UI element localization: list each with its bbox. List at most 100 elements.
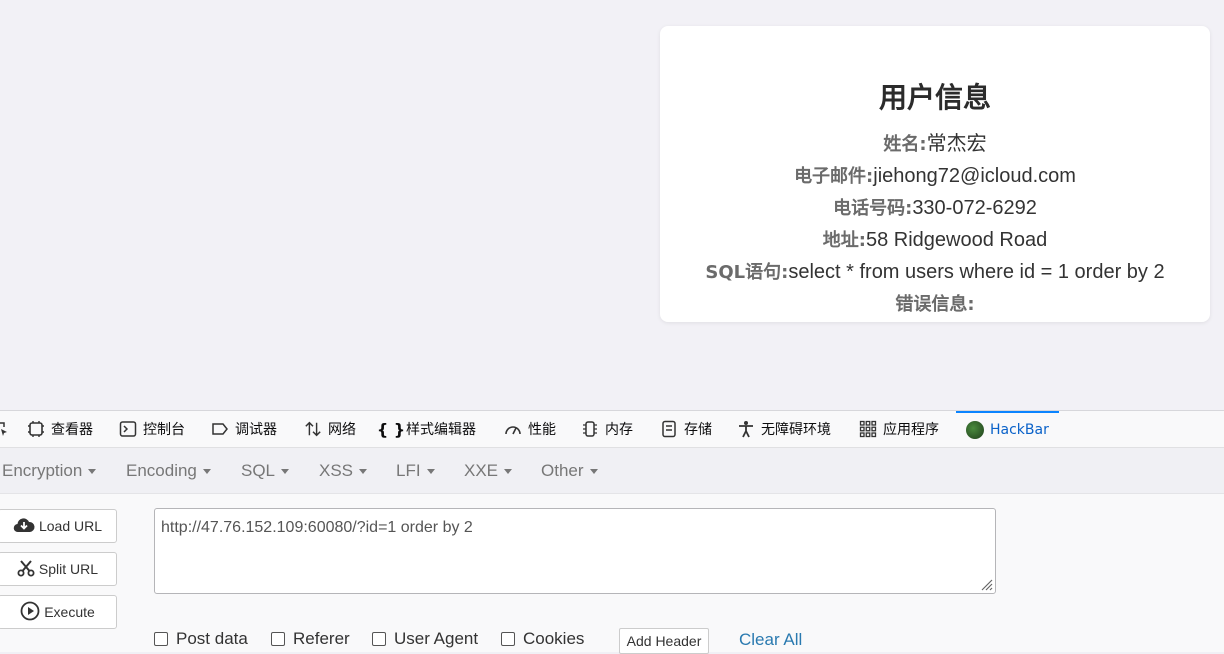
storage-icon bbox=[660, 420, 678, 438]
tab-style-editor[interactable]: { } 样式编辑器 bbox=[376, 411, 476, 447]
info-value: 58 Ridgewood Road bbox=[865, 229, 1048, 251]
post-data-option[interactable]: Post data bbox=[154, 629, 248, 649]
caret-down-icon bbox=[202, 469, 211, 474]
user-info-card: 用户信息 姓名:常杰宏 电子邮件:jiehong72@icloud.com 电话… bbox=[660, 26, 1210, 322]
info-row-address: 地址:58 Ridgewood Road bbox=[660, 225, 1210, 256]
tab-performance[interactable]: 性能 bbox=[504, 411, 556, 447]
caret-down-icon bbox=[426, 469, 435, 474]
info-value: 330-072-6292 bbox=[912, 197, 1037, 219]
menu-label: XSS bbox=[319, 460, 354, 480]
info-label: 错误信息: bbox=[895, 294, 975, 315]
play-circle-icon bbox=[20, 601, 40, 624]
tab-inspector[interactable]: 查看器 bbox=[27, 411, 93, 447]
url-textarea[interactable]: http://47.76.152.109:60080/?id=1 order b… bbox=[154, 508, 996, 594]
info-row-email: 电子邮件:jiehong72@icloud.com bbox=[660, 161, 1210, 192]
tab-label: 性能 bbox=[528, 422, 556, 438]
application-grid-icon bbox=[859, 420, 877, 438]
menu-xxe[interactable]: XXE bbox=[464, 448, 513, 493]
cookies-checkbox[interactable] bbox=[501, 632, 515, 646]
card-title: 用户信息 bbox=[878, 81, 991, 114]
info-label: 电子邮件: bbox=[794, 166, 874, 187]
web-page: 用户信息 姓名:常杰宏 电子邮件:jiehong72@icloud.com 电话… bbox=[0, 0, 1224, 410]
caret-down-icon bbox=[281, 469, 290, 474]
button-label: Load URL bbox=[38, 518, 103, 534]
tab-console[interactable]: 控制台 bbox=[119, 411, 185, 447]
info-label: 地址: bbox=[822, 230, 866, 251]
pick-element-icon bbox=[0, 420, 10, 438]
option-label: Referer bbox=[293, 629, 350, 648]
caret-down-icon bbox=[359, 469, 368, 474]
cookies-option[interactable]: Cookies bbox=[501, 629, 584, 649]
info-value: select * from users where id = 1 order b… bbox=[788, 261, 1165, 283]
tab-label: 应用程序 bbox=[883, 422, 939, 438]
info-label: 姓名: bbox=[883, 134, 927, 155]
hackbar-logo-icon bbox=[966, 421, 984, 439]
tab-application[interactable]: 应用程序 bbox=[859, 411, 939, 447]
performance-icon bbox=[504, 420, 522, 438]
option-label: User Agent bbox=[394, 629, 479, 648]
referer-option[interactable]: Referer bbox=[271, 629, 350, 649]
tab-memory[interactable]: 内存 bbox=[581, 411, 633, 447]
menu-encoding[interactable]: Encoding bbox=[126, 448, 211, 493]
info-value: jiehong72@icloud.com bbox=[873, 165, 1076, 187]
debugger-icon bbox=[211, 420, 229, 438]
info-row-phone: 电话号码:330-072-6292 bbox=[660, 193, 1210, 224]
tab-accessibility[interactable]: 无障碍环境 bbox=[737, 411, 831, 447]
add-header-button[interactable]: Add Header bbox=[619, 628, 709, 654]
option-label: Cookies bbox=[523, 629, 585, 648]
tab-label: 网络 bbox=[328, 422, 356, 438]
button-label: Split URL bbox=[38, 561, 99, 577]
tab-label: 控制台 bbox=[143, 422, 185, 438]
post-data-checkbox[interactable] bbox=[154, 632, 168, 646]
tab-storage[interactable]: 存储 bbox=[660, 411, 712, 447]
tab-label: HackBar bbox=[990, 422, 1049, 438]
user-agent-checkbox[interactable] bbox=[372, 632, 386, 646]
menu-other[interactable]: Other bbox=[541, 448, 598, 493]
resize-handle-icon[interactable] bbox=[979, 577, 993, 591]
accessibility-icon bbox=[737, 420, 755, 438]
caret-down-icon bbox=[589, 469, 598, 474]
memory-icon bbox=[581, 420, 599, 438]
caret-down-icon bbox=[88, 469, 97, 474]
option-label: Post data bbox=[176, 629, 248, 648]
info-label: 电话号码: bbox=[833, 198, 913, 219]
url-text: http://47.76.152.109:60080/?id=1 order b… bbox=[161, 519, 473, 536]
style-editor-icon: { } bbox=[376, 419, 406, 439]
menu-xss[interactable]: XSS bbox=[319, 448, 368, 493]
menu-label: SQL bbox=[241, 460, 276, 480]
console-icon bbox=[119, 420, 137, 438]
load-url-button[interactable]: Load URL bbox=[0, 509, 117, 543]
info-row-error: 错误信息: bbox=[660, 289, 1210, 320]
info-value: 常杰宏 bbox=[926, 133, 987, 155]
menu-lfi[interactable]: LFI bbox=[396, 448, 435, 493]
split-url-button[interactable]: Split URL bbox=[0, 552, 117, 586]
cloud-download-icon bbox=[13, 517, 35, 536]
execute-button[interactable]: Execute bbox=[0, 595, 117, 629]
menu-sql[interactable]: SQL bbox=[241, 448, 290, 493]
menu-label: Encryption bbox=[2, 460, 83, 480]
tab-label: 无障碍环境 bbox=[761, 422, 831, 438]
hackbar-menubar: Encryption Encoding SQL XSS LFI XXE Othe… bbox=[0, 448, 1224, 494]
tab-debugger[interactable]: 调试器 bbox=[211, 411, 277, 447]
devtools-panel: 查看器 控制台 调试器 网络 { } 样式编辑器 性能 内存 存储 无障碍环境 … bbox=[0, 410, 1224, 654]
tab-network[interactable]: 网络 bbox=[304, 411, 356, 447]
menu-encryption[interactable]: Encryption bbox=[2, 448, 97, 493]
tab-label: 样式编辑器 bbox=[406, 422, 476, 438]
menu-label: XXE bbox=[464, 460, 499, 480]
tab-label: 存储 bbox=[684, 422, 712, 438]
user-agent-option[interactable]: User Agent bbox=[372, 629, 478, 649]
button-label: Execute bbox=[44, 604, 95, 620]
menu-label: Other bbox=[541, 460, 584, 480]
tab-hackbar[interactable]: HackBar bbox=[956, 411, 1059, 447]
menu-label: Encoding bbox=[126, 460, 197, 480]
pick-element-icon[interactable] bbox=[0, 411, 10, 447]
scissors-icon bbox=[17, 559, 35, 580]
info-row-sql: SQL语句:select * from users where id = 1 o… bbox=[660, 257, 1210, 288]
referer-checkbox[interactable] bbox=[271, 632, 285, 646]
clear-all-link[interactable]: Clear All bbox=[739, 630, 802, 650]
button-label: Add Header bbox=[626, 633, 702, 649]
caret-down-icon bbox=[504, 469, 513, 474]
inspector-icon bbox=[27, 420, 45, 438]
menu-label: LFI bbox=[396, 460, 421, 480]
network-icon bbox=[304, 420, 322, 438]
